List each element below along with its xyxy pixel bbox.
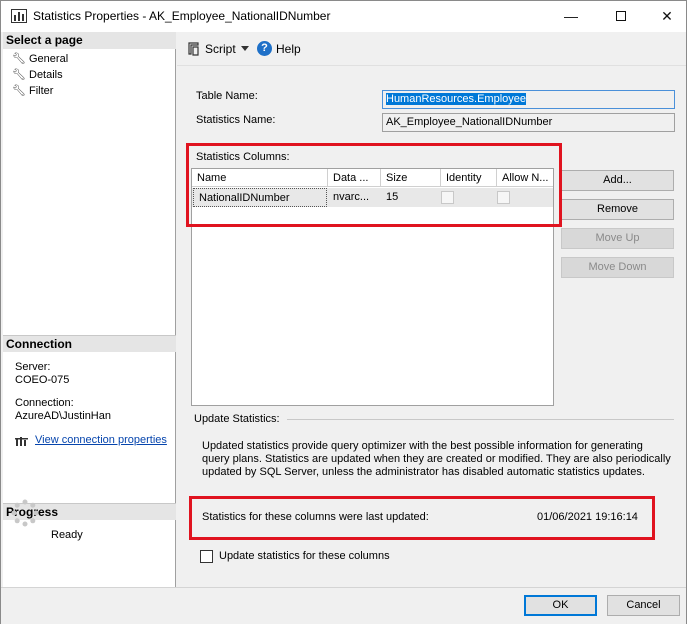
highlight-box-columns <box>186 143 562 227</box>
page-item-filter[interactable]: 🔧︎ Filter <box>12 83 53 99</box>
minimize-button[interactable]: — <box>548 1 594 32</box>
cancel-button[interactable]: Cancel <box>607 595 680 616</box>
connection-header: Connection <box>3 335 176 352</box>
minimize-icon: — <box>564 8 578 24</box>
connection-properties-icon <box>15 437 28 446</box>
toolbar <box>177 32 686 66</box>
help-icon[interactable]: ? <box>257 41 272 56</box>
page-item-label: Details <box>29 69 63 81</box>
update-statistics-label: Update Statistics: <box>194 413 280 425</box>
server-value: COEO-075 <box>15 374 70 386</box>
connection-value: AzureAD\JustinHan <box>15 410 111 422</box>
statistics-properties-dialog: Statistics Properties - AK_Employee_Nati… <box>0 0 687 624</box>
select-page-header: Select a page <box>3 32 176 49</box>
help-button[interactable]: Help <box>276 42 301 56</box>
close-icon: ✕ <box>661 8 673 24</box>
script-dropdown-icon[interactable] <box>241 46 249 51</box>
update-statistics-checkbox-label[interactable]: Update statistics for these columns <box>219 550 390 562</box>
section-divider <box>287 419 674 420</box>
statistics-name-field[interactable]: AK_Employee_NationalIDNumber <box>382 113 675 132</box>
close-button[interactable]: ✕ <box>644 1 687 32</box>
page-item-label: Filter <box>29 85 54 97</box>
remove-button[interactable]: Remove <box>561 199 674 220</box>
script-icon <box>188 42 199 56</box>
wrench-icon: 🔧︎ <box>12 85 26 97</box>
server-label: Server: <box>15 361 51 373</box>
move-up-button[interactable]: Move Up <box>561 228 674 249</box>
table-name-field[interactable]: HumanResources.Employee <box>382 90 675 109</box>
script-button[interactable]: Script <box>205 42 236 56</box>
wrench-icon: 🔧︎ <box>12 53 26 65</box>
wrench-icon: 🔧︎ <box>12 69 26 81</box>
page-item-label: General <box>29 53 69 65</box>
ok-button[interactable]: OK <box>524 595 597 616</box>
add-button[interactable]: Add... <box>561 170 674 191</box>
maximize-button[interactable] <box>598 1 644 32</box>
update-statistics-checkbox[interactable] <box>200 550 213 563</box>
connection-label: Connection: <box>15 397 74 409</box>
statistics-name-value: AK_Employee_NationalIDNumber <box>386 116 553 128</box>
table-name-value: HumanResources.Employee <box>386 93 527 105</box>
move-down-button[interactable]: Move Down <box>561 257 674 278</box>
table-name-label: Table Name: <box>196 90 258 102</box>
view-connection-properties-link[interactable]: View connection properties <box>35 434 167 446</box>
progress-status: Ready <box>51 529 83 541</box>
highlight-box-last-updated <box>189 496 655 540</box>
title-bar: Statistics Properties - AK_Employee_Nati… <box>1 1 686 32</box>
page-item-general[interactable]: 🔧︎ General <box>12 51 68 67</box>
update-statistics-description: Updated statistics provide query optimiz… <box>202 440 671 478</box>
progress-spinner-icon <box>11 499 39 527</box>
statistics-app-icon <box>11 9 27 23</box>
window-title: Statistics Properties - AK_Employee_Nati… <box>33 9 331 23</box>
statistics-name-label: Statistics Name: <box>196 114 276 126</box>
maximize-icon <box>616 10 626 21</box>
page-item-details[interactable]: 🔧︎ Details <box>12 67 63 83</box>
